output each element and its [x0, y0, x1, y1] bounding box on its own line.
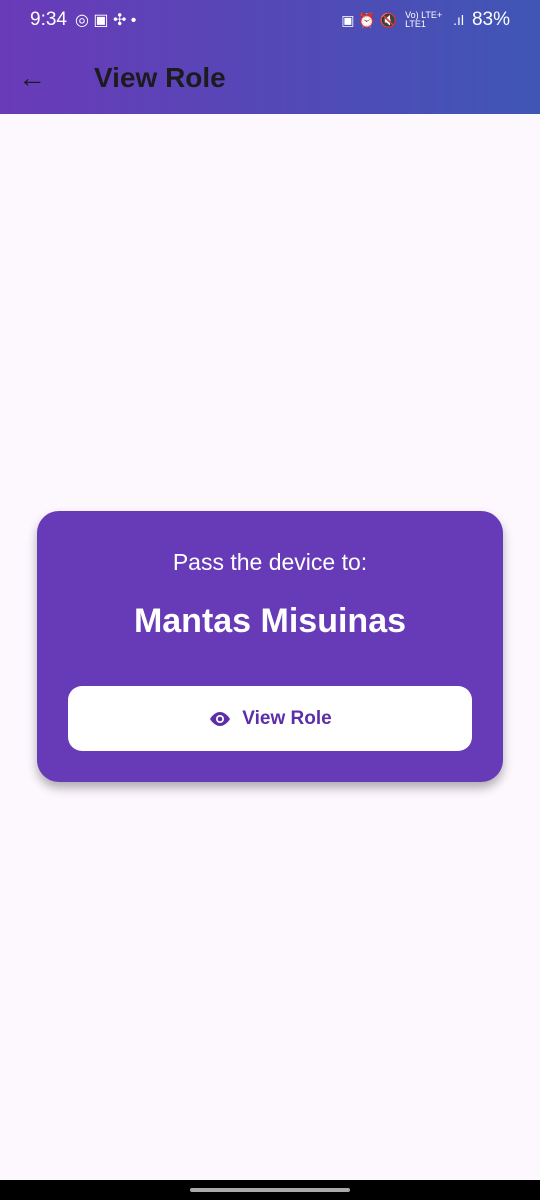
- app-bar: ← View Role: [0, 58, 540, 98]
- signal-icon: .ıl: [453, 12, 464, 28]
- page-title: View Role: [94, 62, 226, 93]
- view-role-button[interactable]: View Role: [68, 686, 472, 751]
- home-gesture-handle[interactable]: [190, 1188, 350, 1192]
- player-name: Mantas Misuinas: [133, 602, 407, 640]
- battery-level: 83%: [471, 9, 510, 30]
- navigation-bar: [0, 1180, 540, 1200]
- pass-device-card: Pass the device to: Mantas Misuinas View…: [37, 511, 503, 782]
- back-arrow-icon[interactable]: ←: [18, 62, 58, 94]
- pass-prompt: Pass the device to:: [172, 549, 368, 575]
- view-role-label: View Role: [242, 707, 332, 729]
- eye-icon: [210, 711, 231, 726]
- notification-icons: ◎ ▣ ✣ •: [74, 12, 137, 29]
- status-bar: 9:34 ◎ ▣ ✣ • ▣ ⏰ 🔇 Vo) LTE+ LTE1 .ıl 83%: [30, 6, 510, 34]
- status-time: 9:34: [30, 9, 67, 30]
- network-label: Vo) LTE+ LTE1: [405, 10, 443, 29]
- system-icons: ▣ ⏰ 🔇: [341, 11, 398, 28]
- header: 9:34 ◎ ▣ ✣ • ▣ ⏰ 🔇 Vo) LTE+ LTE1 .ıl 83%…: [0, 0, 540, 114]
